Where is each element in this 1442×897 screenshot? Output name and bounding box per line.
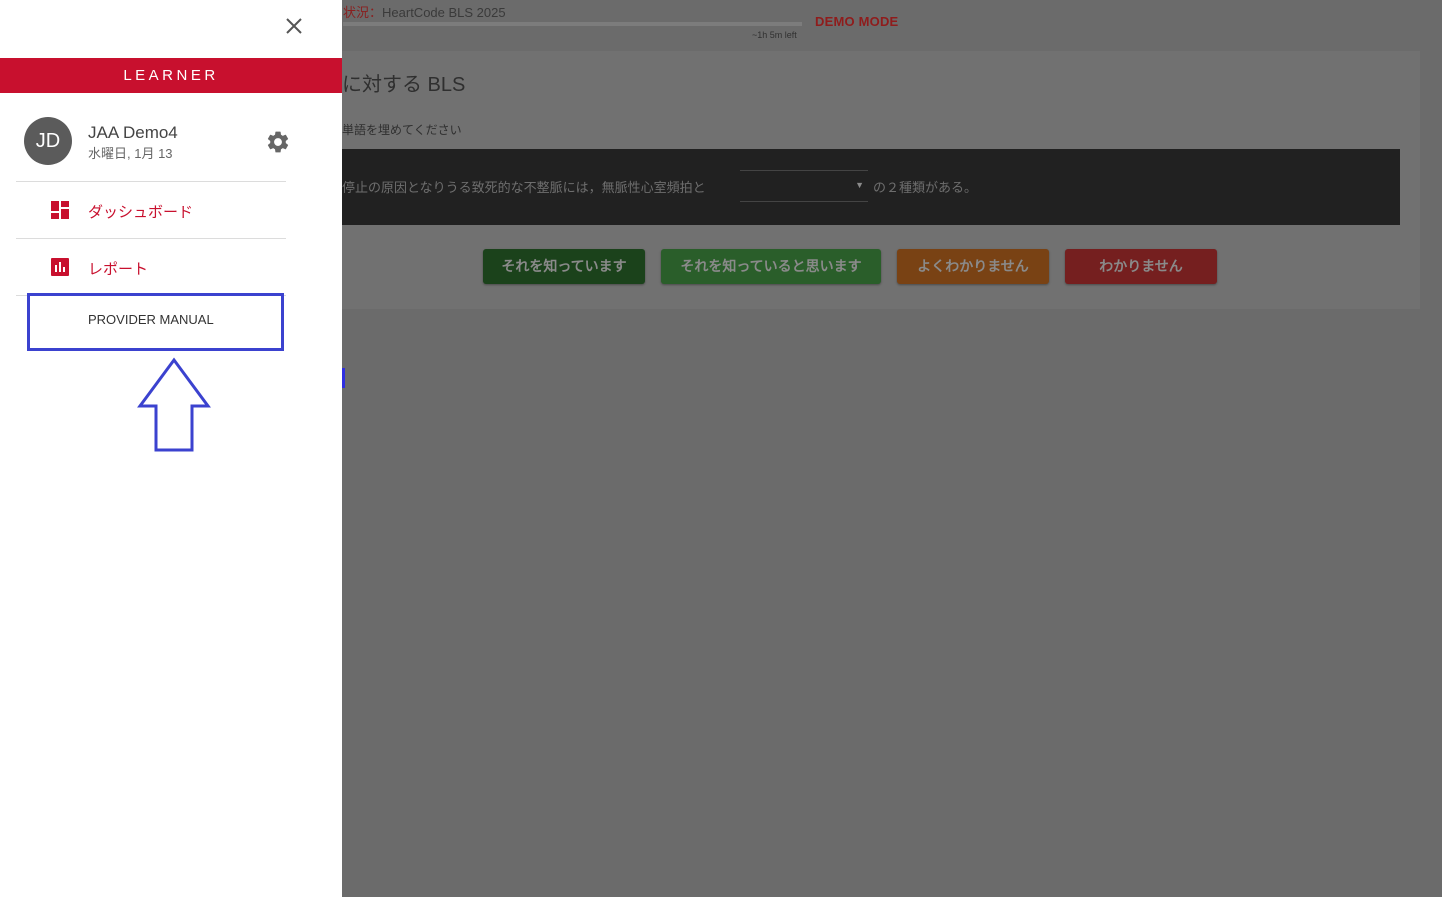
i-think-i-know-button[interactable]: それを知っていると思います (661, 249, 881, 284)
course-status: 状況：HeartCode BLS 2025 (343, 2, 506, 21)
scroll-indicator (342, 368, 345, 388)
demo-mode-label: DEMO MODE (815, 14, 899, 29)
gear-icon (267, 131, 289, 153)
question-suffix: の２種類がある。 (873, 180, 978, 195)
time-left: ~1h 5m left (752, 30, 797, 40)
dashboard-icon (51, 201, 69, 219)
settings-button[interactable] (265, 129, 291, 155)
annotation-up-arrow-icon (137, 357, 211, 452)
provider-manual-label: PROVIDER MANUAL (88, 312, 214, 327)
report-chart-icon (51, 258, 69, 276)
close-drawer-button[interactable] (282, 14, 306, 38)
card-title: に対する BLS (342, 74, 466, 96)
course-progress-bar (343, 22, 802, 26)
not-sure-button[interactable]: よくわかりません (897, 249, 1049, 284)
course-name: HeartCode BLS 2025 (382, 5, 506, 20)
status-prefix: 状況： (343, 5, 383, 20)
close-icon (286, 18, 302, 34)
user-name: JAA Demo4 (88, 123, 178, 142)
side-drawer: LEARNER JD JAA Demo4 水曜日, 1月 13 ダッシュボード … (0, 0, 342, 897)
avatar: JD (24, 117, 72, 165)
i-know-it-button[interactable]: それを知っています (483, 249, 645, 284)
caret-down-icon: ▼ (855, 180, 864, 190)
question-text: 停止の原因となりうる致死的な不整脈には，無脈性心室頻拍と (342, 180, 706, 195)
answer-dropdown[interactable]: ▼ (740, 170, 868, 202)
nav-item-dashboard[interactable]: ダッシュボード (16, 182, 286, 238)
role-banner: LEARNER (0, 58, 342, 93)
user-date: 水曜日, 1月 13 (88, 146, 173, 161)
question-instruction: 単語を埋めてください (342, 123, 462, 137)
provider-manual-link[interactable]: PROVIDER MANUAL (28, 295, 282, 347)
nav-item-label: ダッシュボード (88, 204, 194, 221)
question-bar: 停止の原因となりうる致死的な不整脈には，無脈性心室頻拍と ▼ の２種類がある。 (342, 149, 1400, 225)
nav-item-label: レポート (88, 261, 149, 278)
dont-know-button[interactable]: わかりません (1065, 249, 1217, 284)
nav-item-report[interactable]: レポート (16, 239, 286, 295)
